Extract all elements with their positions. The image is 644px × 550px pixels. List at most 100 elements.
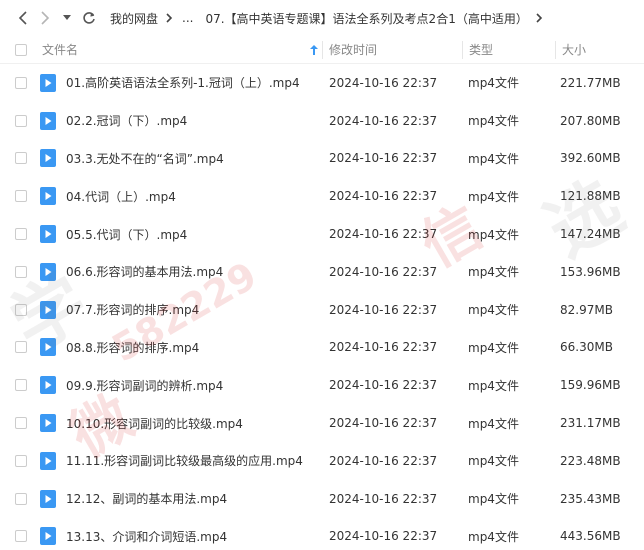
file-size: 231.17MB [560, 416, 621, 431]
breadcrumb-current[interactable]: 07.【高中英语专题课】语法全系列及考点2合1（高中适用） [205, 10, 527, 27]
breadcrumb-ellipsis[interactable]: ... [180, 11, 195, 25]
column-header-type-label: 类型 [469, 43, 494, 57]
file-type: mp4文件 [468, 151, 519, 166]
file-size: 221.77MB [560, 75, 621, 90]
file-size: 159.96MB [560, 378, 621, 393]
video-file-icon [40, 300, 56, 319]
file-name[interactable]: 01.高阶英语语法全系列-1.冠词（上）.mp4 [66, 74, 329, 91]
file-modified: 2024-10-16 22:37 [329, 529, 438, 544]
history-dropdown-button[interactable] [56, 4, 78, 32]
table-row[interactable]: 01.高阶英语语法全系列-1.冠词（上）.mp4 2024-10-16 22:3… [0, 64, 644, 102]
row-checkbox[interactable] [15, 530, 27, 543]
file-type: mp4文件 [468, 378, 519, 393]
file-modified: 2024-10-16 22:37 [329, 302, 438, 317]
column-header-size-label: 大小 [562, 43, 587, 57]
row-checkbox[interactable] [15, 265, 27, 278]
video-file-icon [40, 262, 56, 281]
file-name[interactable]: 11.11.形容词副词比较级最高级的应用.mp4 [66, 452, 329, 469]
navigation-bar: 我的网盘 ... 07.【高中英语专题课】语法全系列及考点2合1（高中适用） [0, 0, 644, 36]
video-file-icon [40, 338, 56, 357]
row-checkbox[interactable] [15, 152, 27, 165]
file-type: mp4文件 [468, 492, 519, 507]
row-checkbox[interactable] [15, 114, 27, 127]
file-list: 01.高阶英语语法全系列-1.冠词（上）.mp4 2024-10-16 22:3… [0, 64, 644, 550]
file-size: 207.80MB [560, 113, 621, 128]
forward-button[interactable] [34, 4, 56, 32]
table-row[interactable]: 08.8.形容词的排序.mp4 2024-10-16 22:37 mp4文件 6… [0, 329, 644, 367]
row-checkbox[interactable] [15, 379, 27, 392]
file-modified: 2024-10-16 22:37 [329, 340, 438, 355]
file-name[interactable]: 09.9.形容词副词的辨析.mp4 [66, 377, 329, 394]
row-checkbox[interactable] [15, 417, 27, 430]
file-name[interactable]: 10.10.形容词副词的比较级.mp4 [66, 415, 329, 432]
file-name[interactable]: 13.13、介词和介词短语.mp4 [66, 528, 329, 545]
row-checkbox[interactable] [15, 190, 27, 203]
file-type: mp4文件 [468, 416, 519, 431]
file-list-header: 文件名 修改时间 类型 大小 [0, 36, 644, 64]
column-header-name[interactable]: 文件名 [40, 36, 322, 64]
caret-down-icon [63, 15, 71, 20]
file-size: 392.60MB [560, 151, 621, 166]
file-size: 147.24MB [560, 227, 621, 242]
column-header-type[interactable]: 类型 [463, 36, 555, 64]
file-modified: 2024-10-16 22:37 [329, 189, 438, 204]
video-file-icon [40, 149, 56, 168]
video-file-icon [40, 225, 56, 244]
table-row[interactable]: 06.6.形容词的基本用法.mp4 2024-10-16 22:37 mp4文件… [0, 253, 644, 291]
file-size: 121.88MB [560, 189, 621, 204]
table-row[interactable]: 11.11.形容词副词比较级最高级的应用.mp4 2024-10-16 22:3… [0, 442, 644, 480]
column-header-modified[interactable]: 修改时间 [323, 36, 462, 64]
video-file-icon [40, 489, 56, 508]
file-name[interactable]: 04.代词（上）.mp4 [66, 188, 329, 205]
file-type: mp4文件 [468, 227, 519, 242]
breadcrumb-separator-icon [158, 8, 180, 28]
file-size: 66.30MB [560, 340, 613, 355]
table-row[interactable]: 07.7.形容词的排序.mp4 2024-10-16 22:37 mp4文件 8… [0, 291, 644, 329]
file-type: mp4文件 [468, 189, 519, 204]
file-type: mp4文件 [468, 303, 519, 318]
table-row[interactable]: 13.13、介词和介词短语.mp4 2024-10-16 22:37 mp4文件… [0, 518, 644, 550]
file-name[interactable]: 05.5.代词（下）.mp4 [66, 226, 329, 243]
table-row[interactable]: 09.9.形容词副词的辨析.mp4 2024-10-16 22:37 mp4文件… [0, 366, 644, 404]
file-size: 153.96MB [560, 264, 621, 279]
file-modified: 2024-10-16 22:37 [329, 453, 438, 468]
breadcrumb-root[interactable]: 我的网盘 [110, 10, 158, 27]
file-modified: 2024-10-16 22:37 [329, 378, 438, 393]
chevron-left-icon [18, 11, 27, 25]
row-checkbox[interactable] [15, 228, 27, 241]
file-type: mp4文件 [468, 76, 519, 91]
file-name[interactable]: 12.12、副词的基本用法.mp4 [66, 490, 329, 507]
select-all-checkbox[interactable] [15, 43, 27, 56]
row-checkbox[interactable] [15, 341, 27, 354]
row-checkbox[interactable] [15, 303, 27, 316]
breadcrumb-expand-icon[interactable] [528, 8, 550, 28]
column-header-size[interactable]: 大小 [556, 36, 642, 64]
file-name[interactable]: 06.6.形容词的基本用法.mp4 [66, 263, 329, 280]
file-name[interactable]: 02.2.冠词（下）.mp4 [66, 112, 329, 129]
refresh-button[interactable] [78, 4, 100, 32]
back-button[interactable] [12, 4, 34, 32]
row-checkbox[interactable] [15, 454, 27, 467]
file-name[interactable]: 08.8.形容词的排序.mp4 [66, 339, 329, 356]
table-row[interactable]: 12.12、副词的基本用法.mp4 2024-10-16 22:37 mp4文件… [0, 480, 644, 518]
file-modified: 2024-10-16 22:37 [329, 227, 438, 242]
file-size: 235.43MB [560, 491, 621, 506]
select-all-cell [0, 36, 40, 64]
row-checkbox[interactable] [15, 492, 27, 505]
file-name[interactable]: 03.3.无处不在的“名词”.mp4 [66, 150, 329, 167]
table-row[interactable]: 03.3.无处不在的“名词”.mp4 2024-10-16 22:37 mp4文… [0, 140, 644, 178]
table-row[interactable]: 10.10.形容词副词的比较级.mp4 2024-10-16 22:37 mp4… [0, 404, 644, 442]
file-name[interactable]: 07.7.形容词的排序.mp4 [66, 301, 329, 318]
sort-up-arrow-icon [310, 44, 318, 55]
file-type: mp4文件 [468, 454, 519, 469]
table-row[interactable]: 05.5.代词（下）.mp4 2024-10-16 22:37 mp4文件 14… [0, 215, 644, 253]
file-modified: 2024-10-16 22:37 [329, 113, 438, 128]
column-header-name-label: 文件名 [42, 43, 79, 57]
file-modified: 2024-10-16 22:37 [329, 264, 438, 279]
table-row[interactable]: 04.代词（上）.mp4 2024-10-16 22:37 mp4文件 121.… [0, 177, 644, 215]
video-file-icon [40, 111, 56, 130]
file-type: mp4文件 [468, 340, 519, 355]
video-file-icon [40, 527, 56, 546]
row-checkbox[interactable] [15, 76, 27, 89]
table-row[interactable]: 02.2.冠词（下）.mp4 2024-10-16 22:37 mp4文件 20… [0, 102, 644, 140]
